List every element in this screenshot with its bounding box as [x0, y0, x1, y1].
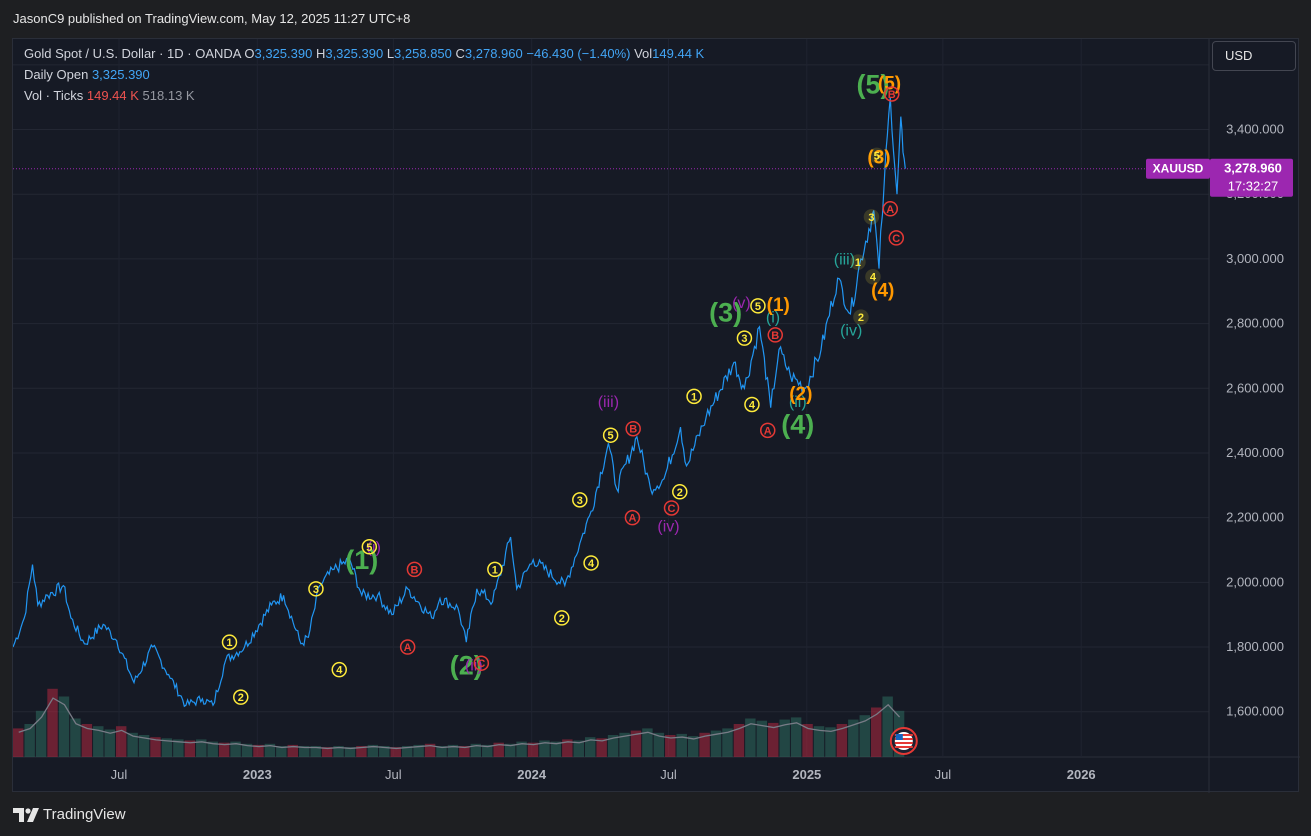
us-flag-stripe [894, 746, 913, 748]
wave-label: A [886, 204, 894, 216]
tradingview-logo-icon [13, 807, 39, 822]
wave-label: 3 [313, 584, 319, 596]
x-tick-label: Jul [660, 767, 677, 782]
wave-label: 2 [238, 692, 244, 704]
wave-label: 3 [868, 212, 874, 224]
chart-pane[interactable]: 1,600.000 1,800.000 2,000.000 2,200.000 2,40… [12, 38, 1300, 793]
wave-label: 2 [858, 312, 864, 324]
symbol-tag-label: XAUUSD [1153, 162, 1204, 176]
ohlc-legend: Gold Spot / U.S. Dollar · 1D · OANDA O3,… [24, 46, 704, 61]
y-tick-label: 2,800.000 [1226, 316, 1284, 331]
wave-label: 4 [749, 399, 756, 411]
wave-label: (iv) [840, 323, 862, 340]
high-value: 3,325.390 [325, 46, 384, 61]
wave-label: B [771, 330, 779, 342]
y-tick-label: 2,200.000 [1226, 510, 1284, 525]
wave-label: 2 [559, 613, 565, 625]
low-label: L [386, 46, 395, 61]
y-tick-label: 1,600.000 [1226, 704, 1284, 719]
volume-bar [70, 718, 81, 757]
wave-label: 3 [741, 333, 747, 345]
y-tick-label: 2,000.000 [1226, 574, 1284, 589]
publisher-line: JasonC9 published on TradingView.com, Ma… [13, 11, 411, 26]
y-tick-label: 2,600.000 [1226, 380, 1284, 395]
vol-label: Vol [634, 46, 653, 61]
x-tick-label: 2026 [1067, 767, 1096, 782]
wave-label: 1 [226, 637, 232, 649]
wave-label: 1 [492, 564, 498, 576]
y-tick-label: 3,400.000 [1226, 122, 1284, 137]
wave-label: (iii) [598, 394, 619, 411]
wave-label: B [629, 424, 637, 436]
wave-label: (iv) [657, 518, 679, 535]
countdown-value: 17:32:27 [1228, 179, 1279, 194]
wave-label: 1 [691, 391, 697, 403]
wave-label: 2 [677, 487, 683, 499]
open-value: 3,325.390 [254, 46, 313, 61]
footer: TradingView [0, 796, 1311, 836]
y-tick-label: 2,400.000 [1226, 445, 1284, 460]
x-tick-label: 2024 [517, 767, 547, 782]
wave-label: A [764, 425, 772, 437]
volume-bar [58, 696, 70, 757]
wave-label: (1) [767, 295, 790, 316]
vol-ticks-label: Vol · Ticks [24, 88, 84, 103]
open-label: O [244, 46, 255, 61]
vol-ticks-value-2: 518.13 K [142, 88, 195, 103]
price-series-line [13, 97, 906, 708]
tradingview-brand: TradingView [43, 806, 126, 823]
wave-label: C [477, 658, 485, 670]
wave-label: (2) [789, 384, 812, 405]
us-flag-canton [895, 734, 903, 740]
wave-label: 5 [874, 150, 880, 162]
wave-label: 3 [577, 495, 583, 507]
vol-value: 149.44 K [652, 46, 705, 61]
wave-label: 5 [755, 301, 761, 313]
low-value: 3,258.850 [394, 46, 452, 61]
wave-label: 5 [608, 430, 614, 442]
x-tick-label: Jul [935, 767, 952, 782]
high-label: H [315, 46, 326, 61]
wave-label: A [404, 642, 412, 654]
x-tick-label: Jul [385, 767, 402, 782]
y-tick-label: 3,000.000 [1226, 251, 1284, 266]
close-label: C [455, 46, 465, 61]
wave-label: 5 [366, 542, 372, 554]
wave-label: (4) [781, 409, 814, 439]
wave-label: C [892, 233, 900, 245]
wave-label: (v) [732, 295, 751, 312]
volume-bar [13, 728, 24, 757]
wave-label: 4 [336, 665, 343, 677]
wave-label: B [410, 564, 418, 576]
wave-label: A [628, 513, 636, 525]
change-value: −46.430 (−1.40%) [526, 46, 631, 61]
currency-button[interactable]: USD [1212, 41, 1296, 71]
symbol-title[interactable]: Gold Spot / U.S. Dollar · 1D · OANDA [24, 46, 241, 61]
publish-header: JasonC9 published on TradingView.com, Ma… [0, 0, 1311, 38]
x-tick-label: 2025 [792, 767, 821, 782]
wave-label: 4 [870, 272, 877, 284]
tradingview-logo[interactable]: TradingView [13, 806, 126, 823]
daily-open-legend[interactable]: Daily Open 3,325.390 [24, 67, 150, 82]
close-value: 3,278.960 [464, 46, 523, 61]
wave-label: C [668, 503, 676, 515]
vol-ticks-value-1: 149.44 K [86, 88, 139, 103]
x-tick-label: Jul [111, 767, 128, 782]
price-chart[interactable]: 1,600.000 1,800.000 2,000.000 2,200.000 2,40… [13, 39, 1300, 793]
price-tag-value: 3,278.960 [1224, 161, 1282, 176]
x-tick-label: 2023 [243, 767, 272, 782]
us-flag-stripe [894, 742, 913, 744]
volume-legend[interactable]: Vol · Ticks 149.44 K 518.13 K [24, 88, 195, 103]
wave-label: 4 [588, 558, 595, 570]
wave-label: B [888, 89, 896, 101]
daily-open-label: Daily Open [24, 67, 89, 82]
daily-open-value: 3,325.390 [91, 67, 150, 82]
y-tick-label: 1,800.000 [1226, 639, 1284, 654]
wave-label: 1 [855, 257, 861, 269]
